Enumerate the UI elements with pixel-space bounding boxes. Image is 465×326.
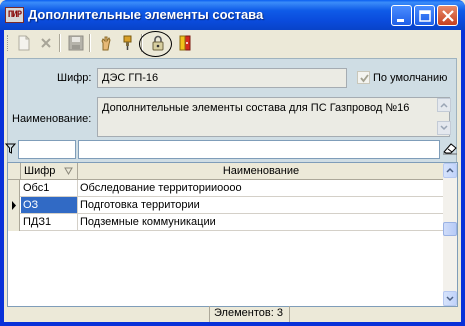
toolbar [4,30,461,57]
code-field[interactable]: ДЭС ГП-16 [97,68,347,88]
toolbar-separator [59,34,61,52]
grid-scroll-thumb[interactable] [443,222,457,236]
highlight-circle [139,31,172,57]
scroll-up-button[interactable] [437,98,451,112]
title-bar[interactable]: ПИР Дополнительные элементы состава [0,0,465,30]
name-field-scrollbar[interactable] [437,97,451,137]
minimize-icon [397,19,404,22]
save-button[interactable] [65,32,87,54]
status-count: Элементов: 3 [209,306,289,322]
row-name[interactable]: Подземные коммуникации [78,214,445,230]
filter-icon [5,143,16,154]
table-row[interactable]: ПДЗ1 Подземные коммуникации [8,214,445,231]
delete-button[interactable] [35,32,57,54]
table-row[interactable]: ОЗ Подготовка территории [8,197,445,214]
grid-scroll-up-button[interactable] [443,163,457,178]
maximize-button[interactable] [414,5,435,26]
exit-button[interactable] [174,32,196,54]
row-name[interactable]: Обследование территорииоооо [78,180,445,196]
maximize-icon [419,10,431,22]
window-title: Дополнительные элементы состава [28,7,264,22]
checkmark-icon [360,74,369,83]
new-document-icon [18,35,30,51]
delete-icon [41,38,51,48]
current-row-arrow-icon [12,201,16,210]
sort-descending-icon [64,167,73,175]
default-label: По умолчанию [373,72,448,84]
app-icon: ПИР [5,7,24,23]
row-code[interactable]: Обс1 [21,180,78,196]
name-field[interactable]: Дополнительные элементы состава для ПС Г… [97,97,450,137]
default-checkbox[interactable] [357,71,370,84]
column-header-code[interactable]: Шифр [21,163,78,180]
row-code[interactable]: ПДЗ1 [21,214,78,230]
toolbar-separator [89,34,91,52]
window-client: Шифр: ДЭС ГП-16 По умолчанию Наименовани… [4,30,461,322]
eraser-icon[interactable] [442,141,458,155]
row-indicator [8,214,20,231]
elements-grid: Шифр Наименование Обс1 Обследование терр… [7,162,458,307]
grid-scrollbar[interactable] [443,163,457,306]
filter-code-input[interactable] [18,140,76,159]
new-button[interactable] [13,32,35,54]
minimize-button[interactable] [391,5,412,26]
row-code[interactable]: ОЗ [21,197,78,213]
row-indicator [8,180,20,197]
status-pane-left [4,306,209,322]
pin-button[interactable] [117,32,139,54]
exit-door-icon [179,35,191,51]
row-indicator [8,197,20,214]
pin-icon [123,35,132,50]
code-label: Шифр: [57,72,92,84]
arrow-up-icon [440,102,448,108]
toolbar-grip[interactable] [7,35,10,51]
arrow-up-icon [446,167,454,173]
arrow-down-icon [440,125,448,131]
column-header-name[interactable]: Наименование [78,163,445,180]
grid-header: Шифр Наименование [8,163,445,180]
header-indicator [8,163,21,180]
filter-name-input[interactable] [78,140,440,159]
save-icon [68,35,84,51]
table-row[interactable]: Обс1 Обследование территорииоооо [8,180,445,197]
hand-button[interactable] [95,32,117,54]
status-bar: Элементов: 3 [4,304,461,322]
close-icon [442,10,454,22]
status-pane-right [289,306,461,322]
close-button[interactable] [437,5,458,26]
row-name[interactable]: Подготовка территории [78,197,445,213]
name-label: Наименование: [12,113,92,125]
scroll-down-button[interactable] [437,121,451,135]
hand-icon [101,36,111,51]
main-window: ПИР Дополнительные элементы состава Шифр… [0,0,465,326]
